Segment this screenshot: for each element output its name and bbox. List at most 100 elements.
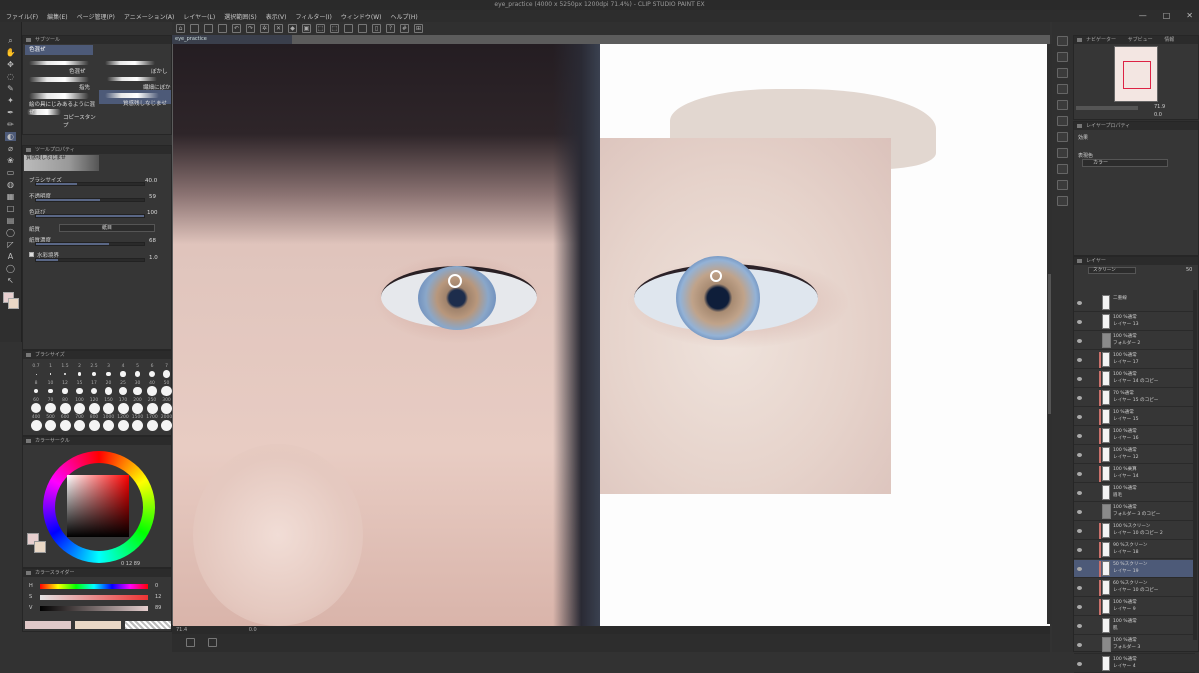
move-tool-icon[interactable]: ✥: [5, 60, 16, 69]
layer-row[interactable]: 二重線: [1074, 294, 1195, 312]
visibility-eye-icon[interactable]: [1077, 491, 1082, 495]
balloon-tool-icon[interactable]: ◯: [5, 228, 16, 237]
hue-bar[interactable]: [40, 584, 148, 589]
brush-size-preset[interactable]: [88, 402, 100, 414]
layer-row[interactable]: 50 %スクリーン レイヤー 19: [1074, 560, 1195, 578]
brush-size-preset[interactable]: [92, 372, 96, 376]
brush-size-preset[interactable]: [45, 419, 56, 431]
brush-size-preset[interactable]: [49, 373, 52, 375]
frame-tool-icon[interactable]: ▤: [5, 216, 16, 225]
menu-item-6[interactable]: 表示(V): [266, 12, 287, 21]
sub-color-chip[interactable]: [34, 541, 46, 553]
menu-item-7[interactable]: フィルター(I): [296, 12, 332, 21]
layer-folder-row[interactable]: 100 %通常 フォルダー 2: [1074, 332, 1195, 350]
brush-size-preset[interactable]: [161, 385, 172, 397]
brush-size-preset[interactable]: [48, 388, 53, 394]
material-icon-10[interactable]: [1057, 196, 1068, 206]
brush-size-preset[interactable]: [134, 371, 141, 377]
visibility-eye-icon[interactable]: [1077, 529, 1082, 533]
material-icon-3[interactable]: [1057, 84, 1068, 94]
brush-size-preset[interactable]: [90, 387, 98, 395]
layer-row[interactable]: 60 %スクリーン レイヤー 10 のコピー: [1074, 579, 1195, 597]
saturation-value-box[interactable]: [67, 475, 129, 537]
display-color-select[interactable]: カラー: [1082, 159, 1168, 167]
brush-size-preset[interactable]: [161, 402, 172, 414]
brush-size-preset[interactable]: [74, 402, 85, 414]
brush-size-preset[interactable]: [162, 370, 171, 378]
layer-row[interactable]: 100 %通常 レイヤー 13: [1074, 313, 1195, 331]
layer-row[interactable]: 100 %通常 レイヤー 17: [1074, 351, 1195, 369]
airbrush-tool-icon[interactable]: ⌀: [5, 144, 16, 153]
brush-size-preset[interactable]: [59, 419, 71, 431]
material-icon[interactable]: [1057, 52, 1068, 62]
visibility-eye-icon[interactable]: [1077, 415, 1082, 419]
transparent-color[interactable]: [125, 621, 171, 629]
tab-navigator[interactable]: ナビゲーター: [1086, 37, 1116, 43]
subtool-group-tab[interactable]: 色混ぜ: [25, 45, 93, 55]
brush-size-preset[interactable]: [76, 387, 83, 395]
layer-row[interactable]: 90 %スクリーン レイヤー 18: [1074, 541, 1195, 559]
blend-slider[interactable]: [35, 214, 145, 218]
save-icon[interactable]: [218, 24, 227, 33]
text-tool-icon[interactable]: A: [5, 252, 16, 261]
menu-item-5[interactable]: 選択範囲(S): [224, 12, 257, 21]
magic-wand-icon[interactable]: ✦: [5, 96, 16, 105]
brush-size-preset[interactable]: [146, 419, 158, 431]
visibility-eye-icon[interactable]: [1077, 567, 1082, 571]
brush-size-slider[interactable]: [35, 182, 145, 186]
open-file-icon[interactable]: [204, 24, 213, 33]
layer-row[interactable]: 100 %通常 レイヤー 4: [1074, 655, 1195, 673]
select-all-icon[interactable]: ⬚: [316, 24, 325, 33]
value-bar[interactable]: [40, 606, 148, 611]
undo-icon[interactable]: ↶: [232, 24, 241, 33]
layout-icon[interactable]: [186, 638, 195, 647]
eraser-tool-icon[interactable]: ▭: [5, 168, 16, 177]
brush-size-preset[interactable]: [63, 372, 67, 376]
brush-size-preset[interactable]: [106, 371, 111, 377]
opacity-slider[interactable]: [35, 198, 145, 202]
menu-item-9[interactable]: ヘルプ(H): [390, 12, 417, 21]
transform-icon[interactable]: ▣: [302, 24, 311, 33]
menu-item-8[interactable]: ウィンドウ(W): [341, 12, 382, 21]
texture-select[interactable]: 紙目: [59, 224, 155, 232]
help-icon[interactable]: ?: [386, 24, 395, 33]
visibility-eye-icon[interactable]: [1077, 510, 1082, 514]
visibility-eye-icon[interactable]: [1077, 643, 1082, 647]
brush-size-preset[interactable]: [45, 402, 56, 414]
watercolor-slider[interactable]: [35, 258, 145, 262]
navigator-thumbnail[interactable]: [1114, 46, 1158, 102]
brush-copy-stamp[interactable]: コピースタンプ: [23, 106, 97, 129]
lasso-tool-icon[interactable]: ◌: [5, 72, 16, 81]
visibility-eye-icon[interactable]: [1077, 377, 1082, 381]
figure-tool-icon[interactable]: □: [5, 204, 16, 213]
brush-size-preset[interactable]: [103, 419, 114, 431]
layer-folder-row[interactable]: 100 %通常 フォルダー 3 のコピー: [1074, 503, 1195, 521]
layer-row[interactable]: 100 %通常 レイヤー 14 のコピー: [1074, 370, 1195, 388]
hand-tool-icon[interactable]: ✋: [5, 48, 16, 57]
material-icon-6[interactable]: [1057, 132, 1068, 142]
material-icon-2[interactable]: [1057, 68, 1068, 78]
grid-icon[interactable]: #: [400, 24, 409, 33]
redo-icon[interactable]: ↷: [246, 24, 255, 33]
color-history-1[interactable]: [25, 621, 71, 629]
material-icon-5[interactable]: [1057, 116, 1068, 126]
brush-size-preset[interactable]: [120, 371, 126, 377]
layer-scrollbar[interactable]: [1193, 290, 1197, 640]
visibility-eye-icon[interactable]: [1077, 605, 1082, 609]
canvas-tab[interactable]: eye_practice: [172, 35, 292, 44]
brush-blend[interactable]: 色混ぜ: [23, 58, 97, 75]
watercolor-checkbox[interactable]: [29, 252, 34, 257]
visibility-eye-icon[interactable]: [1077, 339, 1082, 343]
zoom-tool-icon[interactable]: ⌕: [5, 36, 16, 45]
crop-icon[interactable]: [344, 24, 353, 33]
menu-item-4[interactable]: レイヤー(L): [183, 12, 215, 21]
brush-size-preset[interactable]: [148, 370, 156, 378]
brush-size-preset[interactable]: [35, 373, 37, 375]
close-button[interactable]: ✕: [1186, 11, 1193, 20]
gradient-tool-icon[interactable]: ▦: [5, 192, 16, 201]
home-icon[interactable]: ⌂: [176, 24, 185, 33]
layer-row[interactable]: 100 %通常 眉毛: [1074, 484, 1195, 502]
brush-fine-blur[interactable]: 繊細にぼかし: [99, 74, 171, 99]
brush-size-preset[interactable]: [34, 389, 38, 393]
tile-icon[interactable]: [208, 638, 217, 647]
